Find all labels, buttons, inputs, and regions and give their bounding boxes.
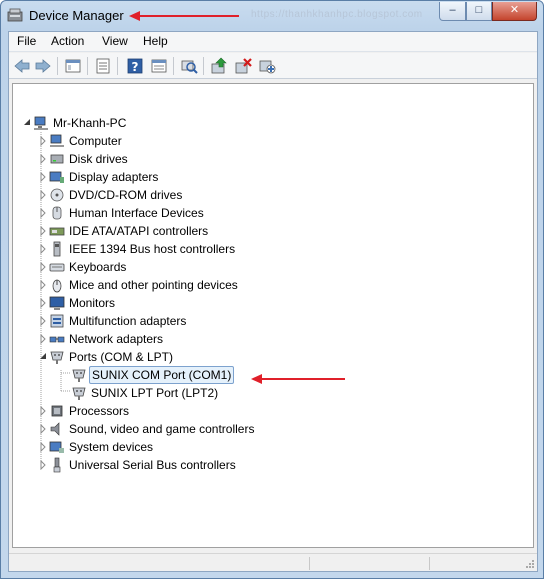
port-icon <box>72 387 86 400</box>
toolbar-separator <box>57 57 58 75</box>
collapsed-arrow-icon[interactable] <box>39 406 47 416</box>
tree-root-label: Mr-Khanh-PC <box>53 116 127 130</box>
menu-file[interactable]: File <box>13 34 40 48</box>
tree-category-label: Computer <box>69 134 122 148</box>
collapsed-arrow-icon[interactable] <box>39 226 47 236</box>
status-divider <box>429 557 430 570</box>
tree-category-label: Display adapters <box>69 170 159 184</box>
tree-category-label: IEEE 1394 Bus host controllers <box>69 242 236 256</box>
scan-hardware-icon[interactable] <box>179 57 199 75</box>
mouse-icon <box>52 279 62 293</box>
collapsed-arrow-icon[interactable] <box>39 316 47 326</box>
tree-device-label: SUNIX LPT Port (LPT2) <box>91 386 219 400</box>
tree-category-label: DVD/CD-ROM drives <box>69 188 183 202</box>
status-bar <box>9 553 537 571</box>
disable-icon[interactable] <box>257 57 277 75</box>
tree-category-label: Ports (COM & LPT) <box>69 350 174 364</box>
collapsed-arrow-icon[interactable] <box>39 424 47 434</box>
resize-grip-icon[interactable] <box>525 559 535 569</box>
port-icon <box>50 351 64 364</box>
collapsed-arrow-icon[interactable] <box>39 172 47 182</box>
close-button[interactable]: ✕ <box>492 2 537 21</box>
svg-text:?: ? <box>132 60 139 74</box>
collapsed-arrow-icon[interactable] <box>39 190 47 200</box>
port-icon <box>72 369 86 382</box>
tree-category-label: Human Interface Devices <box>69 206 204 220</box>
menu-help[interactable]: Help <box>139 34 172 48</box>
help-icon[interactable]: ? <box>125 57 145 75</box>
toolbar-separator <box>87 57 88 75</box>
update-driver-icon[interactable] <box>209 57 229 75</box>
ieee1394-icon <box>53 241 61 257</box>
device-manager-app-icon <box>7 8 23 22</box>
window-title: Device Manager <box>29 8 124 23</box>
menu-bar: File Action View Help <box>9 32 537 52</box>
tree-category-label: Sound, video and game controllers <box>69 422 255 436</box>
toolbar: ? <box>9 53 537 79</box>
disk-drive-icon <box>50 154 64 164</box>
collapsed-arrow-icon[interactable] <box>39 442 47 452</box>
collapsed-arrow-icon[interactable] <box>39 208 47 218</box>
minimize-button[interactable]: – <box>439 2 466 21</box>
forward-icon[interactable] <box>33 57 53 75</box>
collapsed-arrow-icon[interactable] <box>39 298 47 308</box>
dvd-drive-icon <box>50 188 64 202</box>
tree-category-label: Mice and other pointing devices <box>69 278 238 292</box>
collapsed-arrow-icon[interactable] <box>39 334 47 344</box>
hid-icon <box>52 206 62 220</box>
collapsed-arrow-icon[interactable] <box>39 154 47 164</box>
device-manager-window: Device Manager https://thanhkhanhpc.blog… <box>0 0 544 579</box>
menu-view[interactable]: View <box>98 34 132 48</box>
annotation-arrow-icon <box>129 11 239 21</box>
collapsed-arrow-icon[interactable] <box>39 262 47 272</box>
uninstall-icon[interactable] <box>233 57 253 75</box>
computer-icon <box>50 134 64 147</box>
device-tree[interactable]: Mr-Khanh-PC Computer Disk drives Display a… <box>12 83 534 548</box>
tree-category-label: IDE ATA/ATAPI controllers <box>69 224 209 238</box>
collapsed-arrow-icon[interactable] <box>39 280 47 290</box>
ide-controller-icon <box>49 227 65 236</box>
expanded-arrow-icon[interactable] <box>39 352 47 362</box>
collapsed-arrow-icon[interactable] <box>39 244 47 254</box>
view-icon[interactable] <box>149 57 169 75</box>
maximize-button[interactable]: □ <box>466 2 492 21</box>
system-devices-icon <box>49 441 64 453</box>
expanded-arrow-icon[interactable] <box>23 118 31 128</box>
tree-category-label: Network adapters <box>69 332 164 346</box>
usb-icon <box>53 457 61 473</box>
tree-category-label: System devices <box>69 440 154 454</box>
tree-category-label: Universal Serial Bus controllers <box>69 458 236 472</box>
tree-category-label: Processors <box>69 404 130 418</box>
multifunction-adapter-icon <box>50 314 64 328</box>
toolbar-separator <box>203 57 204 75</box>
tree-category-label: Disk drives <box>69 152 128 166</box>
keyboard-icon <box>49 263 65 272</box>
tree-device-label: SUNIX COM Port (COM1) <box>89 366 235 384</box>
collapsed-arrow-icon[interactable] <box>39 460 47 470</box>
annotation-arrow-icon <box>251 374 345 384</box>
properties-icon[interactable] <box>93 57 113 75</box>
toolbar-separator <box>173 57 174 75</box>
tree-category-label: Monitors <box>69 296 116 310</box>
watermark-text: https://thanhkhanhpc.blogspot.com <box>251 9 423 20</box>
sound-icon <box>50 422 60 436</box>
computer-icon <box>34 116 48 130</box>
tree-category-label: Keyboards <box>69 260 127 274</box>
menu-action[interactable]: Action <box>47 34 88 48</box>
tree-category-label: Multifunction adapters <box>69 314 187 328</box>
network-adapter-icon <box>49 336 65 343</box>
collapsed-arrow-icon[interactable] <box>39 136 47 146</box>
title-bar[interactable]: Device Manager https://thanhkhanhpc.blog… <box>1 1 543 31</box>
monitor-icon <box>49 296 65 310</box>
toolbar-separator <box>117 57 118 75</box>
display-adapter-icon <box>49 171 64 183</box>
status-divider <box>309 557 310 570</box>
show-hide-console-tree-icon[interactable] <box>63 57 83 75</box>
processor-icon <box>51 405 63 417</box>
client-area: File Action View Help ? Mr-Khanh-PC Comp… <box>8 31 538 572</box>
back-icon[interactable] <box>12 57 32 75</box>
